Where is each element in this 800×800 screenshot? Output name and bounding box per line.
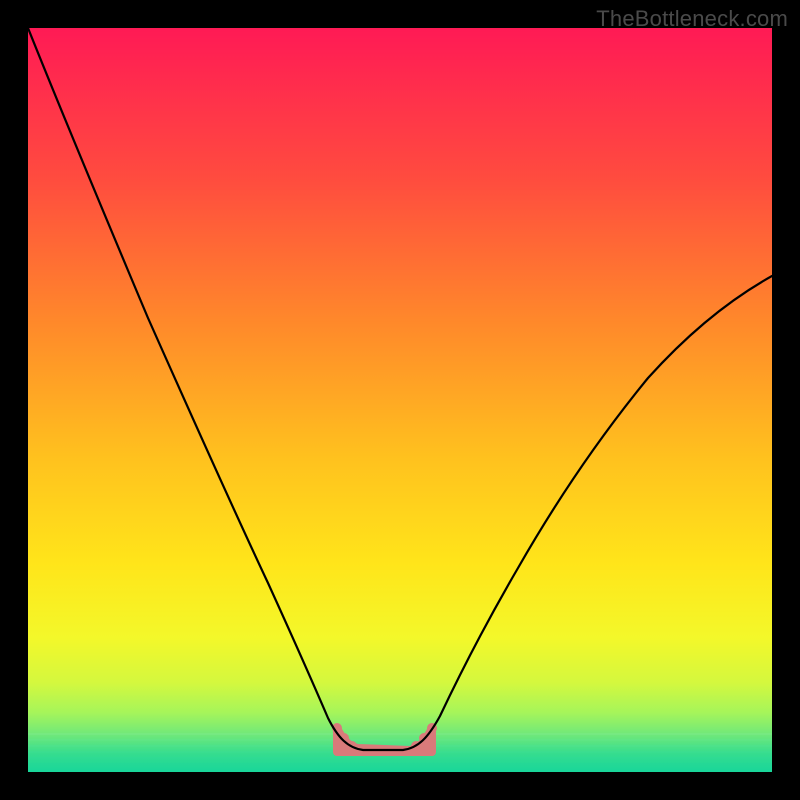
chart-svg xyxy=(28,28,772,772)
gradient-background xyxy=(28,28,772,772)
plot-area xyxy=(28,28,772,772)
chart-frame: TheBottleneck.com xyxy=(0,0,800,800)
